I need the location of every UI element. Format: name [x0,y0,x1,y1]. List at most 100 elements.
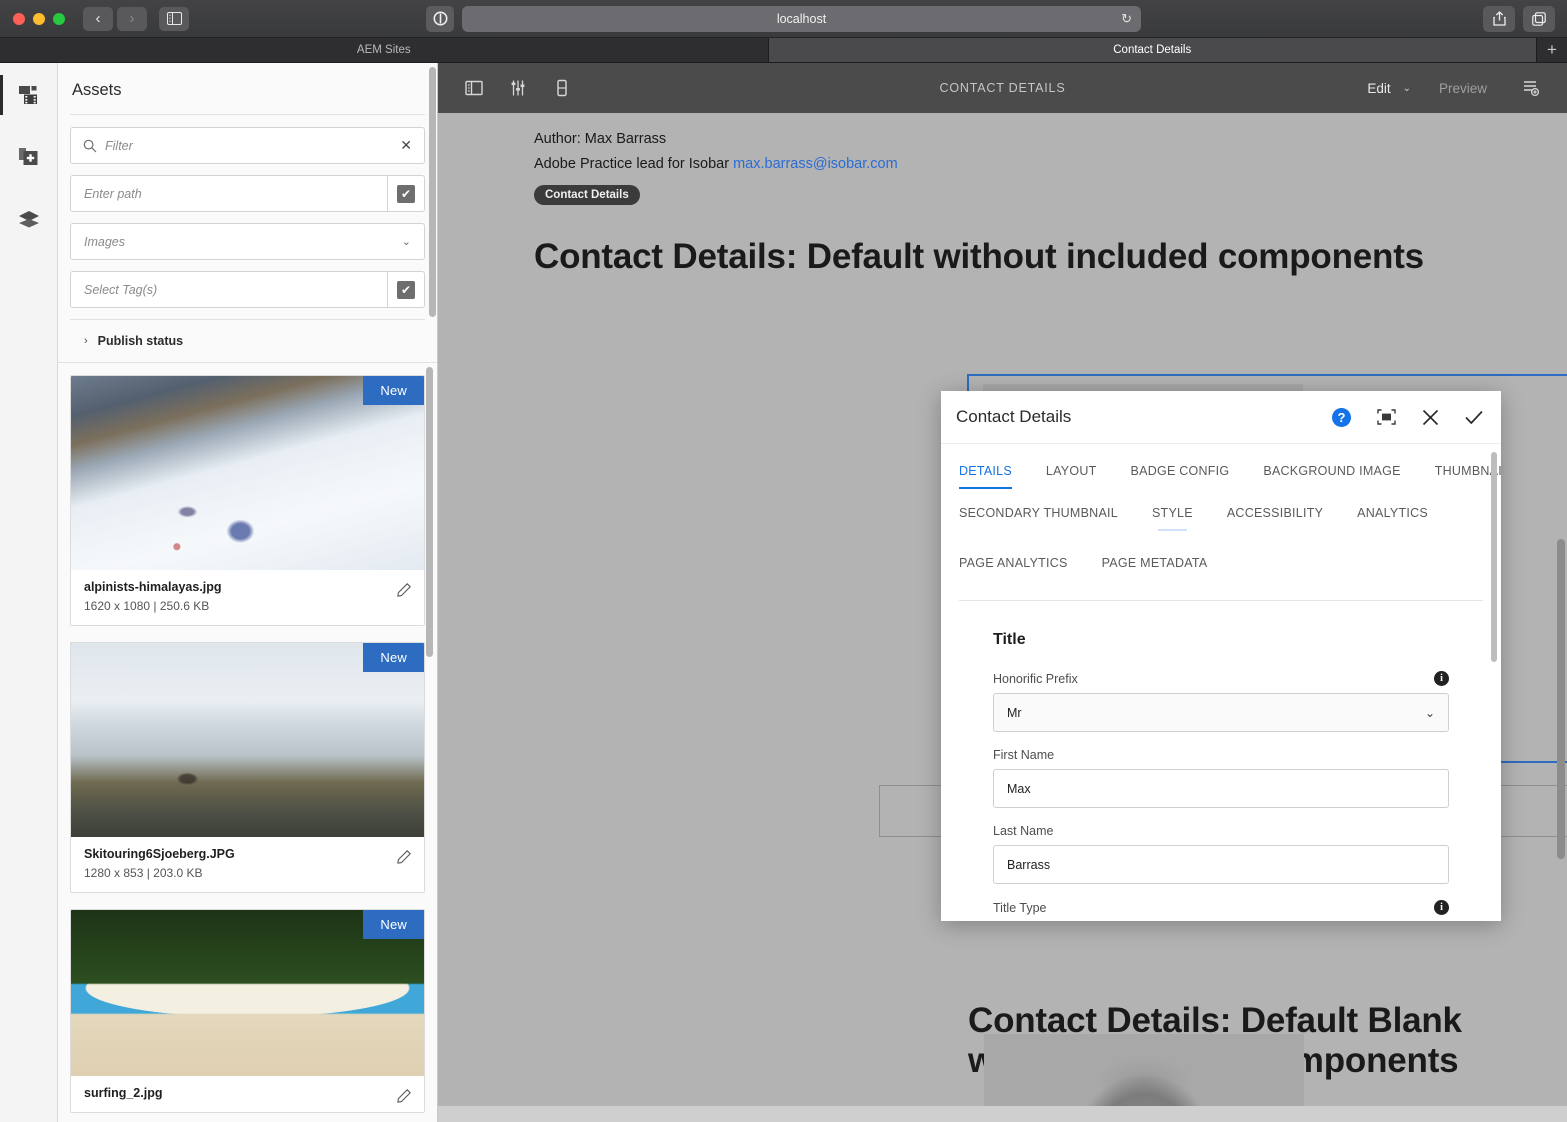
tab-accessibility[interactable]: ACCESSIBILITY [1227,500,1323,531]
field-label-text: Title Type [993,900,1047,915]
share-icon[interactable] [1483,5,1515,32]
pencil-icon[interactable] [397,1089,411,1106]
dialog-scrollbar[interactable] [1491,452,1497,917]
list-item[interactable]: New Skitouring6Sjoeberg.JPG 1280 x 853 |… [70,642,425,893]
browser-tab-aem-sites[interactable]: AEM Sites [0,38,769,62]
email-link[interactable]: max.barrass@isobar.com [733,156,898,172]
aem-editor: CONTACT DETAILS Edit ⌄ Preview Author: M… [438,63,1567,1122]
maximize-window-button[interactable] [53,12,65,25]
list-item[interactable]: New alpinists-himalayas.jpg 1620 x 1080 … [70,375,425,626]
last-name-value: Barrass [1007,857,1051,872]
tags-picker-button[interactable]: ✔ [387,272,424,307]
field-label: Last Name [993,824,1449,838]
check-icon: ✔ [397,184,415,203]
asset-list[interactable]: New alpinists-himalayas.jpg 1620 x 1080 … [58,362,437,1122]
dialog-title: Contact Details [956,407,1072,426]
url-input[interactable]: localhost ↻ [462,5,1141,32]
scrollbar-thumb[interactable] [426,367,433,657]
info-icon[interactable]: i [1434,671,1449,686]
publish-status-accordion[interactable]: › Publish status [70,319,425,362]
path-input[interactable]: Enter path ✔ [70,175,425,212]
tab-analytics[interactable]: ANALYTICS [1357,500,1428,531]
info-icon[interactable]: i [1434,900,1449,915]
close-icon[interactable] [1422,409,1439,426]
field-title-type: Title Type i ⌄ [993,900,1449,921]
address-bar-container: localhost ↻ [426,5,1141,32]
sidebar-item-components[interactable] [0,137,58,177]
field-honorific-prefix: Honorific Prefix i Mr ⌄ [993,671,1449,732]
page-content: Author: Max Barrass Adobe Practice lead … [438,113,1567,277]
tab-badge-config[interactable]: BADGE CONFIG [1131,458,1230,489]
first-name-value: Max [1007,781,1031,796]
contact-details-dialog[interactable]: Contact Details ? DETAILS LAYOUT BADGE C… [941,391,1501,921]
toggle-side-panel-icon[interactable] [452,63,496,113]
asset-type-select[interactable]: Images ⌄ [70,223,425,260]
tab-style[interactable]: STYLE [1152,500,1193,531]
chrome-right-buttons [1483,5,1555,32]
back-button[interactable]: ‹ [83,6,113,31]
fullscreen-icon[interactable] [1377,409,1396,425]
search-input[interactable]: Filter ✕ [70,127,425,164]
edit-mode-dropdown[interactable]: Edit ⌄ [1361,81,1417,96]
search-input-placeholder: Filter [105,138,133,153]
component-pill[interactable]: Contact Details [534,185,640,205]
forward-button[interactable]: › [117,6,147,31]
edit-mode-label: Edit [1367,80,1391,96]
emulator-device-icon[interactable] [540,63,584,113]
tags-input[interactable]: Select Tag(s) ✔ [70,271,425,308]
tab-layout[interactable]: LAYOUT [1046,458,1097,489]
clear-filter-icon[interactable]: ✕ [388,137,424,154]
left-rail [0,63,58,1122]
field-label: First Name [993,748,1449,762]
asset-filename: surfing_2.jpg [84,1086,163,1100]
close-window-button[interactable] [13,12,25,25]
tab-secondary-thumbnail[interactable]: SECONDARY THUMBNAIL [959,500,1118,531]
tab-details[interactable]: DETAILS [959,458,1012,489]
sidebar-item-assets[interactable] [0,75,58,115]
scrollbar-thumb[interactable] [1557,539,1565,859]
browser-tabbar: AEM Sites Contact Details + [0,38,1567,63]
tab-page-analytics[interactable]: PAGE ANALYTICS [959,550,1068,581]
page-info-icon[interactable] [1509,63,1553,113]
confirm-icon[interactable] [1465,410,1483,425]
help-icon[interactable]: ? [1332,407,1351,427]
chevron-down-icon: ⌄ [1424,705,1435,720]
sidebar-toggle-icon[interactable] [159,6,189,31]
tab-overview-icon[interactable] [1523,5,1555,32]
author-label: Author: Max Barrass [534,131,667,147]
pencil-icon[interactable] [397,850,411,867]
asset-list-scrollbar[interactable] [426,367,433,1118]
field-label-text: Last Name [993,824,1054,838]
role-text: Adobe Practice lead for Isobar [534,156,730,172]
dialog-body[interactable]: DETAILS LAYOUT BADGE CONFIG BACKGROUND I… [941,443,1501,921]
pencil-icon[interactable] [397,583,411,600]
scrollbar-thumb[interactable] [1491,452,1497,662]
tab-page-metadata[interactable]: PAGE METADATA [1102,550,1208,581]
field-label-text: Honorific Prefix [993,671,1078,686]
path-picker-button[interactable]: ✔ [387,176,424,211]
tab-background-image[interactable]: BACKGROUND IMAGE [1263,458,1400,489]
editor-toolbar-right: Edit ⌄ Preview [1361,63,1553,113]
privacy-report-icon[interactable] [426,5,454,32]
reload-icon[interactable]: ↻ [1121,11,1132,27]
new-tab-button[interactable]: + [1537,38,1567,62]
browser-tab-contact-details[interactable]: Contact Details [768,38,1537,62]
honorific-prefix-select[interactable]: Mr ⌄ [993,693,1449,732]
minimize-window-button[interactable] [33,12,45,25]
field-label-text: First Name [993,748,1055,762]
list-item[interactable]: New surfing_2.jpg [70,909,425,1113]
last-name-input[interactable]: Barrass [993,845,1449,884]
asset-metadata: surfing_2.jpg [71,1076,424,1112]
page-properties-icon[interactable] [496,63,540,113]
first-name-input[interactable]: Max [993,769,1449,808]
path-input-placeholder: Enter path [84,186,142,201]
preview-button[interactable]: Preview [1427,81,1499,96]
dialog-tabs-row-1: DETAILS LAYOUT BADGE CONFIG BACKGROUND I… [959,444,1501,494]
field-label: Honorific Prefix i [993,671,1449,686]
chevron-down-icon: ⌄ [401,236,411,248]
sidebar-item-content-tree[interactable] [0,199,58,239]
navigation-buttons: ‹ › [83,6,147,31]
canvas-scrollbar[interactable] [1557,119,1565,1096]
assets-panel-scrollbar[interactable] [429,67,436,317]
scrollbar-thumb[interactable] [429,67,436,317]
